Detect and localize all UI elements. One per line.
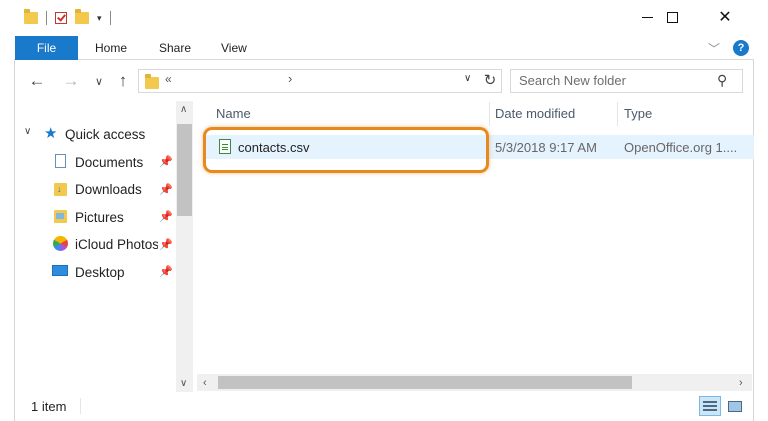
status-separator	[80, 398, 81, 414]
column-header-type[interactable]: Type	[624, 106, 652, 121]
pin-icon: 📌	[159, 184, 173, 196]
column-divider[interactable]	[617, 102, 618, 126]
expand-ribbon-icon[interactable]: ﹀	[708, 40, 720, 57]
maximize-icon	[666, 11, 678, 23]
details-view-button[interactable]	[699, 396, 721, 416]
pin-icon: 📌	[159, 239, 173, 251]
details-view-icon	[703, 401, 717, 411]
large-icons-view-button[interactable]	[724, 396, 746, 416]
nav-item-desktop[interactable]: Desktop	[75, 260, 125, 284]
expand-chevron-icon[interactable]: ∨	[24, 126, 31, 137]
quick-access-toolbar: ▾	[24, 8, 111, 28]
tab-file[interactable]: File	[15, 36, 78, 60]
folder-icon	[145, 74, 159, 89]
qat-dropdown-icon[interactable]: ▾	[97, 13, 102, 24]
nav-item-pictures[interactable]: Pictures	[75, 205, 124, 229]
properties-check-icon[interactable]	[55, 12, 67, 24]
tab-home[interactable]: Home	[95, 36, 127, 60]
desktop-icon	[52, 265, 68, 276]
breadcrumb-overflow[interactable]: «	[165, 72, 172, 86]
search-icon[interactable]: ⚲	[717, 72, 727, 89]
folder-icon	[24, 9, 38, 24]
highlight-outline	[203, 127, 489, 173]
toolbar-separator	[46, 11, 47, 25]
status-item-count: 1 item	[31, 399, 67, 414]
nav-item-icloud-photos[interactable]: iCloud Photos	[75, 232, 158, 256]
scroll-down-icon[interactable]: ∨	[180, 378, 187, 389]
tab-share[interactable]: Share	[159, 36, 191, 60]
pictures-icon	[54, 210, 67, 223]
maximize-button[interactable]	[648, 0, 696, 34]
back-button[interactable]: ←	[27, 70, 47, 92]
refresh-button[interactable]: ↻	[481, 70, 499, 90]
column-header-date-modified[interactable]: Date modified	[495, 106, 575, 121]
toolbar-separator	[109, 11, 111, 25]
up-button[interactable]: ↑	[114, 70, 132, 92]
downloads-icon: ↓	[54, 183, 67, 196]
close-button[interactable]: ✕	[701, 0, 749, 34]
recent-locations-button[interactable]: ∨	[92, 70, 106, 92]
nav-item-documents[interactable]: Documents	[75, 150, 143, 174]
file-type: OpenOffice.org 1....	[624, 140, 738, 155]
close-icon: ✕	[718, 9, 732, 26]
scroll-left-icon[interactable]: ‹	[203, 377, 207, 389]
address-dropdown-icon[interactable]: ∨	[464, 73, 471, 84]
documents-icon	[55, 154, 66, 168]
scroll-right-icon[interactable]: ›	[739, 377, 743, 389]
icloud-photos-icon	[53, 236, 68, 251]
help-button[interactable]: ?	[733, 40, 749, 56]
file-date-modified: 5/3/2018 9:17 AM	[495, 140, 597, 155]
large-icons-view-icon	[728, 400, 742, 412]
horizontal-scroll-thumb[interactable]	[218, 376, 632, 389]
pin-icon: 📌	[159, 266, 173, 278]
nav-pane-scroll-thumb[interactable]	[177, 124, 192, 216]
column-divider[interactable]	[489, 102, 490, 126]
tab-view[interactable]: View	[221, 36, 247, 60]
nav-item-downloads[interactable]: Downloads	[75, 177, 142, 201]
search-placeholder: Search New folder	[519, 73, 626, 88]
explorer-window	[14, 0, 754, 421]
forward-button[interactable]: →	[61, 70, 81, 92]
scroll-up-icon[interactable]: ∧	[180, 104, 187, 115]
breadcrumb-chevron-icon[interactable]: ›	[288, 71, 292, 86]
new-folder-icon[interactable]	[75, 9, 89, 24]
nav-item-quick-access[interactable]: Quick access	[65, 122, 145, 146]
star-icon: ★	[44, 125, 58, 142]
address-bar[interactable]	[138, 69, 502, 93]
pin-icon: 📌	[159, 211, 173, 223]
pin-icon: 📌	[159, 156, 173, 168]
column-header-name[interactable]: Name	[216, 106, 251, 121]
